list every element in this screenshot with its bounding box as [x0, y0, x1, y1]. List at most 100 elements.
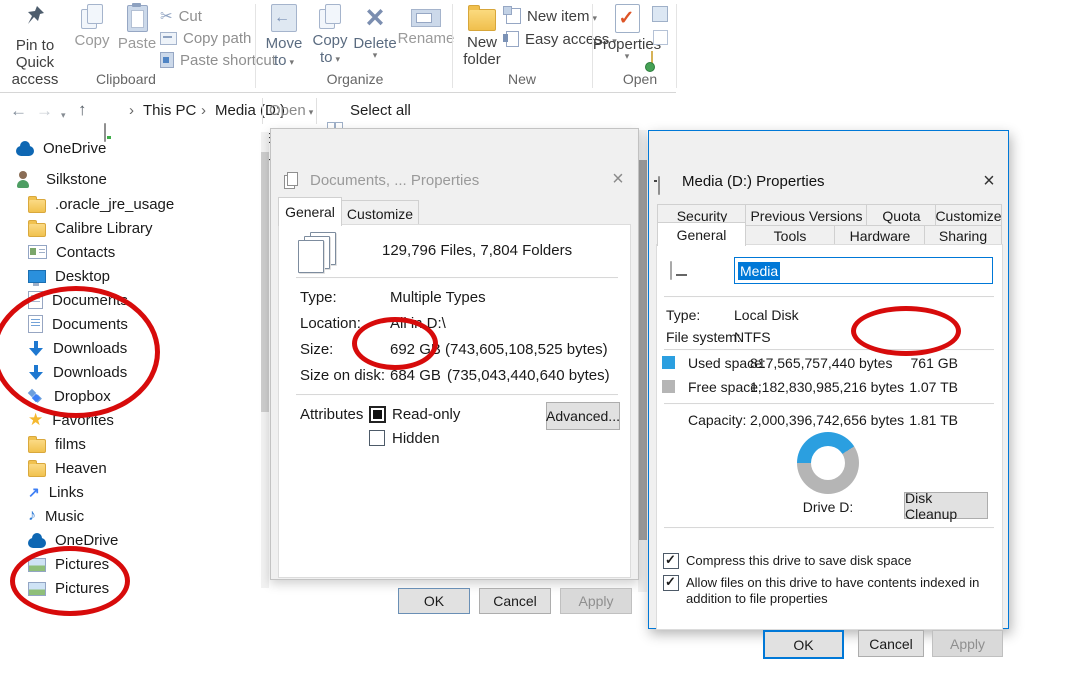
ok-button[interactable]: OK	[398, 588, 470, 614]
open-dropdown-button[interactable]: Open	[269, 102, 313, 119]
drive-icon-large	[670, 261, 672, 280]
sidebar-item-favorites[interactable]: Favorites	[28, 409, 114, 431]
edit-mini-icon[interactable]	[653, 30, 668, 45]
star-icon	[28, 411, 43, 429]
sidebar-item-documents[interactable]: Documents	[28, 313, 128, 335]
folder-icon	[28, 199, 46, 213]
sidebar-scrollbar[interactable]	[261, 132, 269, 588]
free-space-size: 1.07 TB	[890, 379, 958, 395]
copy-icon	[80, 4, 104, 29]
type-value: Multiple Types	[390, 289, 486, 306]
close-icon[interactable]	[972, 167, 1006, 195]
tab-general[interactable]: General	[657, 222, 746, 246]
file-system-value: NTFS	[734, 329, 771, 345]
new-group-label: New	[452, 71, 592, 87]
folder-icon	[28, 463, 46, 477]
cancel-button[interactable]: Cancel	[858, 630, 924, 657]
group-divider	[255, 4, 256, 88]
up-icon[interactable]: ↑	[78, 100, 87, 120]
allow-indexing-checkbox[interactable]	[663, 575, 679, 591]
music-icon	[28, 507, 36, 525]
select-all-button[interactable]: Select all	[350, 102, 411, 119]
open-mini-icon[interactable]	[652, 6, 668, 22]
disk-cleanup-button[interactable]: Disk Cleanup	[904, 492, 988, 519]
copy-path-button[interactable]: Copy path	[160, 28, 251, 48]
forward-icon[interactable]: →	[36, 101, 53, 121]
size-value: 692 GB (743,605,108,525 bytes)	[390, 341, 608, 358]
readonly-label: Read-only	[392, 406, 460, 423]
sidebar-item-music[interactable]: Music	[28, 505, 84, 527]
copy-path-icon	[160, 32, 177, 45]
volume-label-input[interactable]: Media	[734, 257, 993, 284]
tab-general[interactable]: General	[278, 197, 342, 226]
size-label: Size:	[300, 341, 333, 358]
compress-drive-label: Compress this drive to save disk space	[686, 553, 911, 568]
history-mini-icon[interactable]	[651, 51, 653, 70]
tab-customize[interactable]: Customize	[935, 204, 1002, 227]
files-stack-icon	[298, 240, 324, 273]
tab-customize[interactable]: Customize	[341, 200, 419, 227]
hidden-checkbox[interactable]	[369, 430, 385, 446]
type-label: Type:	[300, 289, 337, 306]
pin-icon	[24, 4, 46, 34]
attributes-label: Attributes	[300, 406, 363, 423]
sidebar-item-oracle-jre-usage[interactable]: .oracle_jre_usage	[28, 193, 174, 215]
new-item-button[interactable]: New item	[506, 6, 597, 26]
close-icon[interactable]	[600, 165, 636, 193]
free-space-bytes: 1,182,830,985,216 bytes	[750, 379, 888, 395]
file-list-scrollbar[interactable]	[638, 130, 647, 592]
sidebar-item-links[interactable]: Links	[28, 481, 84, 503]
recent-locations-icon[interactable]	[61, 105, 66, 123]
sidebar-item-user[interactable]: Silkstone	[16, 168, 107, 190]
file-list-scrollbar-thumb[interactable]	[638, 160, 647, 540]
dropbox-icon	[28, 389, 45, 403]
sidebar-item-films[interactable]: films	[28, 433, 86, 455]
breadcrumb-separator	[129, 102, 134, 119]
contacts-icon	[28, 245, 47, 259]
readonly-checkbox[interactable]	[369, 406, 386, 423]
sidebar-item-dropbox[interactable]: Dropbox	[28, 385, 111, 407]
sidebar-item-documents[interactable]: Documents	[28, 289, 128, 311]
ok-button[interactable]: OK	[763, 630, 844, 659]
cancel-button[interactable]: Cancel	[479, 588, 551, 614]
files-folders-summary: 129,796 Files, 7,804 Folders	[382, 242, 572, 259]
capacity-label: Capacity:	[688, 412, 746, 428]
sidebar-item-pictures[interactable]: Pictures	[28, 553, 109, 575]
user-icon	[16, 171, 30, 188]
divider	[262, 98, 263, 124]
open-group-label: Open	[600, 71, 680, 87]
divider	[664, 296, 994, 297]
move-to-icon	[271, 4, 297, 32]
divider	[296, 277, 618, 278]
size-on-disk-gb: 684 GB	[390, 367, 441, 384]
location-label: Location:	[300, 315, 361, 332]
cut-button[interactable]: Cut	[160, 6, 202, 26]
breadcrumb-this-pc[interactable]: This PC	[143, 102, 196, 119]
tab-quota[interactable]: Quota	[866, 204, 937, 227]
dialog1-title: Documents, ... Properties	[310, 172, 479, 189]
apply-button[interactable]: Apply	[932, 630, 1003, 657]
sidebar-item-calibre-library[interactable]: Calibre Library	[28, 217, 153, 239]
sidebar-item-contacts[interactable]: Contacts	[28, 241, 115, 263]
sidebar-item-onedrive[interactable]: OneDrive	[28, 529, 118, 551]
size-on-disk-label: Size on disk:	[300, 367, 385, 384]
sidebar-scrollbar-thumb[interactable]	[261, 152, 269, 412]
sidebar-item-downloads[interactable]: Downloads	[28, 361, 127, 383]
apply-button[interactable]: Apply	[560, 588, 632, 614]
paste-shortcut-icon	[160, 52, 174, 68]
paste-shortcut-button[interactable]: Paste shortcut	[160, 50, 276, 70]
sidebar-item-heaven[interactable]: Heaven	[28, 457, 107, 479]
links-icon	[28, 484, 40, 501]
paste-icon	[127, 5, 148, 32]
ribbon: Pin to Quick access Copy Paste Cut Copy …	[0, 0, 1076, 18]
tab-previous-versions[interactable]: Previous Versions	[745, 204, 868, 227]
back-icon[interactable]: ←	[10, 101, 27, 121]
location-value: All in D:\	[390, 315, 446, 332]
sidebar-item-pictures[interactable]: Pictures	[28, 577, 109, 599]
sidebar-item-downloads[interactable]: Downloads	[28, 337, 127, 359]
advanced-button[interactable]: Advanced...	[546, 402, 620, 430]
sidebar-item-onedrive[interactable]: OneDrive	[16, 137, 106, 159]
compress-drive-checkbox[interactable]	[663, 553, 679, 569]
sidebar-item-desktop[interactable]: Desktop	[28, 265, 110, 287]
document-icon	[28, 291, 43, 309]
